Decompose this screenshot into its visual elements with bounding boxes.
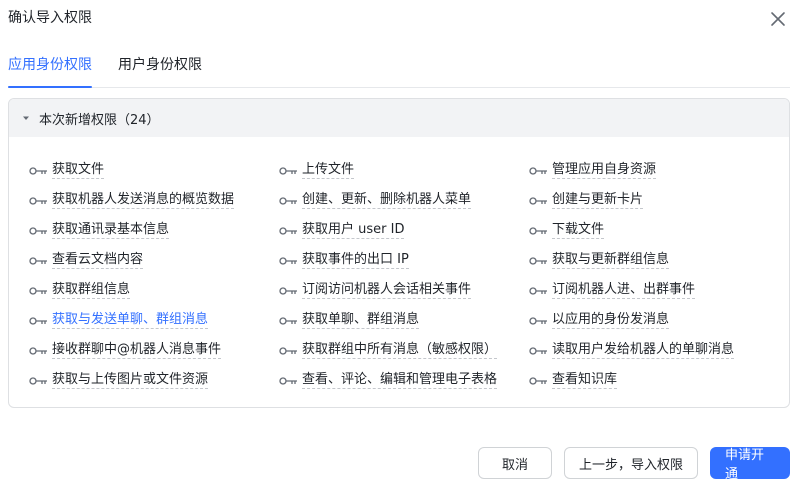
permission-label[interactable]: 获取事件的出口 IP xyxy=(302,251,409,269)
permission-label[interactable]: 获取机器人发送消息的概览数据 xyxy=(52,191,235,209)
submit-button[interactable]: 申请开通 xyxy=(710,447,790,482)
permission-label[interactable]: 获取与更新群组信息 xyxy=(552,251,670,269)
permission-label[interactable]: 获取通讯录基本信息 xyxy=(52,221,170,239)
key-icon xyxy=(279,255,299,265)
permission-label[interactable]: 以应用的身份发消息 xyxy=(552,311,670,329)
key-icon xyxy=(529,285,549,295)
key-icon xyxy=(29,315,49,325)
permission-label[interactable]: 读取用户发给机器人的单聊消息 xyxy=(552,341,735,359)
permission-label[interactable]: 获取文件 xyxy=(52,161,105,179)
cancel-button[interactable]: 取消 xyxy=(477,447,552,479)
permission-grid: 获取文件 上传文件 管理应用自身资源获取机器人发送消息的概览数据 创建、更新、删除机器… xyxy=(9,137,789,395)
key-icon xyxy=(29,255,49,265)
key-icon xyxy=(279,195,299,205)
panel-header-label: 本次新增权限（24） xyxy=(39,112,160,128)
permission-item: 获取群组中所有消息（敏感权限） xyxy=(279,335,529,365)
key-icon xyxy=(279,375,299,385)
permission-label[interactable]: 订阅机器人进、出群事件 xyxy=(552,281,696,299)
permission-label[interactable]: 获取群组中所有消息（敏感权限） xyxy=(302,341,498,359)
permission-item: 管理应用自身资源 xyxy=(529,155,779,185)
close-button[interactable] xyxy=(767,8,789,30)
dialog-footer: 取消 上一步，导入权限 申请开通 xyxy=(477,447,790,482)
key-icon xyxy=(529,315,549,325)
permission-label[interactable]: 上传文件 xyxy=(302,161,355,179)
permission-item: 订阅访问机器人会话相关事件 xyxy=(279,275,529,305)
key-icon xyxy=(529,195,549,205)
key-icon xyxy=(529,255,549,265)
permission-item: 获取与发送单聊、群组消息 xyxy=(29,305,279,335)
key-icon xyxy=(29,195,49,205)
permission-item: 读取用户发给机器人的单聊消息 xyxy=(529,335,779,365)
permission-label[interactable]: 管理应用自身资源 xyxy=(552,161,657,179)
key-icon xyxy=(279,225,299,235)
permission-label[interactable]: 查看知识库 xyxy=(552,371,618,389)
key-icon xyxy=(529,225,549,235)
permission-label[interactable]: 获取用户 user ID xyxy=(302,221,405,239)
permission-item: 接收群聊中@机器人消息事件 xyxy=(29,335,279,365)
key-icon xyxy=(529,165,549,175)
permission-item: 查看、评论、编辑和管理电子表格 xyxy=(279,365,529,395)
permission-label[interactable]: 创建、更新、删除机器人菜单 xyxy=(302,191,472,209)
permission-item: 查看云文档内容 xyxy=(29,245,279,275)
permission-item: 创建、更新、删除机器人菜单 xyxy=(279,185,529,215)
permission-item: 获取用户 user ID xyxy=(279,215,529,245)
permission-item: 获取与更新群组信息 xyxy=(529,245,779,275)
key-icon xyxy=(29,225,49,235)
permission-item: 订阅机器人进、出群事件 xyxy=(529,275,779,305)
key-icon xyxy=(29,375,49,385)
key-icon xyxy=(29,345,49,355)
permission-item: 创建与更新卡片 xyxy=(529,185,779,215)
permission-item: 获取文件 xyxy=(29,155,279,185)
permission-item: 查看知识库 xyxy=(529,365,779,395)
permission-item: 以应用的身份发消息 xyxy=(529,305,779,335)
permission-item: 上传文件 xyxy=(279,155,529,185)
caret-down-icon xyxy=(23,116,29,120)
permission-label[interactable]: 订阅访问机器人会话相关事件 xyxy=(302,281,472,299)
permission-item: 获取与上传图片或文件资源 xyxy=(29,365,279,395)
back-import-button[interactable]: 上一步，导入权限 xyxy=(563,447,698,479)
key-icon xyxy=(529,375,549,385)
key-icon xyxy=(29,165,49,175)
panel-header-toggle[interactable]: 本次新增权限（24） xyxy=(9,99,789,137)
close-icon xyxy=(771,12,785,26)
permission-label[interactable]: 查看、评论、编辑和管理电子表格 xyxy=(302,371,498,389)
permission-label[interactable]: 创建与更新卡片 xyxy=(552,191,644,209)
permission-label[interactable]: 接收群聊中@机器人消息事件 xyxy=(52,341,222,359)
key-icon xyxy=(279,165,299,175)
permission-item: 获取单聊、群组消息 xyxy=(279,305,529,335)
tab-app-permissions[interactable]: 应用身份权限 xyxy=(8,56,92,88)
key-icon xyxy=(279,345,299,355)
permission-label[interactable]: 获取与上传图片或文件资源 xyxy=(52,371,209,389)
permission-label[interactable]: 查看云文档内容 xyxy=(52,251,144,269)
key-icon xyxy=(279,285,299,295)
key-icon xyxy=(529,345,549,355)
permission-label[interactable]: 获取群组信息 xyxy=(52,281,131,299)
permission-label[interactable]: 获取与发送单聊、群组消息 xyxy=(52,311,209,329)
permission-item: 下载文件 xyxy=(529,215,779,245)
tab-bar: 应用身份权限 用户身份权限 xyxy=(8,56,790,88)
permission-label[interactable]: 下载文件 xyxy=(552,221,605,239)
permission-item: 获取通讯录基本信息 xyxy=(29,215,279,245)
permission-label[interactable]: 获取单聊、群组消息 xyxy=(302,311,420,329)
dialog-title: 确认导入权限 xyxy=(8,10,92,26)
permission-item: 获取事件的出口 IP xyxy=(279,245,529,275)
permission-item: 获取群组信息 xyxy=(29,275,279,305)
permissions-panel: 本次新增权限（24） 获取文件 上传文件 管理应用自身资源获取机器人发送消息的概览数… xyxy=(8,98,790,408)
permission-item: 获取机器人发送消息的概览数据 xyxy=(29,185,279,215)
tab-user-permissions[interactable]: 用户身份权限 xyxy=(118,56,202,87)
key-icon xyxy=(279,315,299,325)
key-icon xyxy=(29,285,49,295)
